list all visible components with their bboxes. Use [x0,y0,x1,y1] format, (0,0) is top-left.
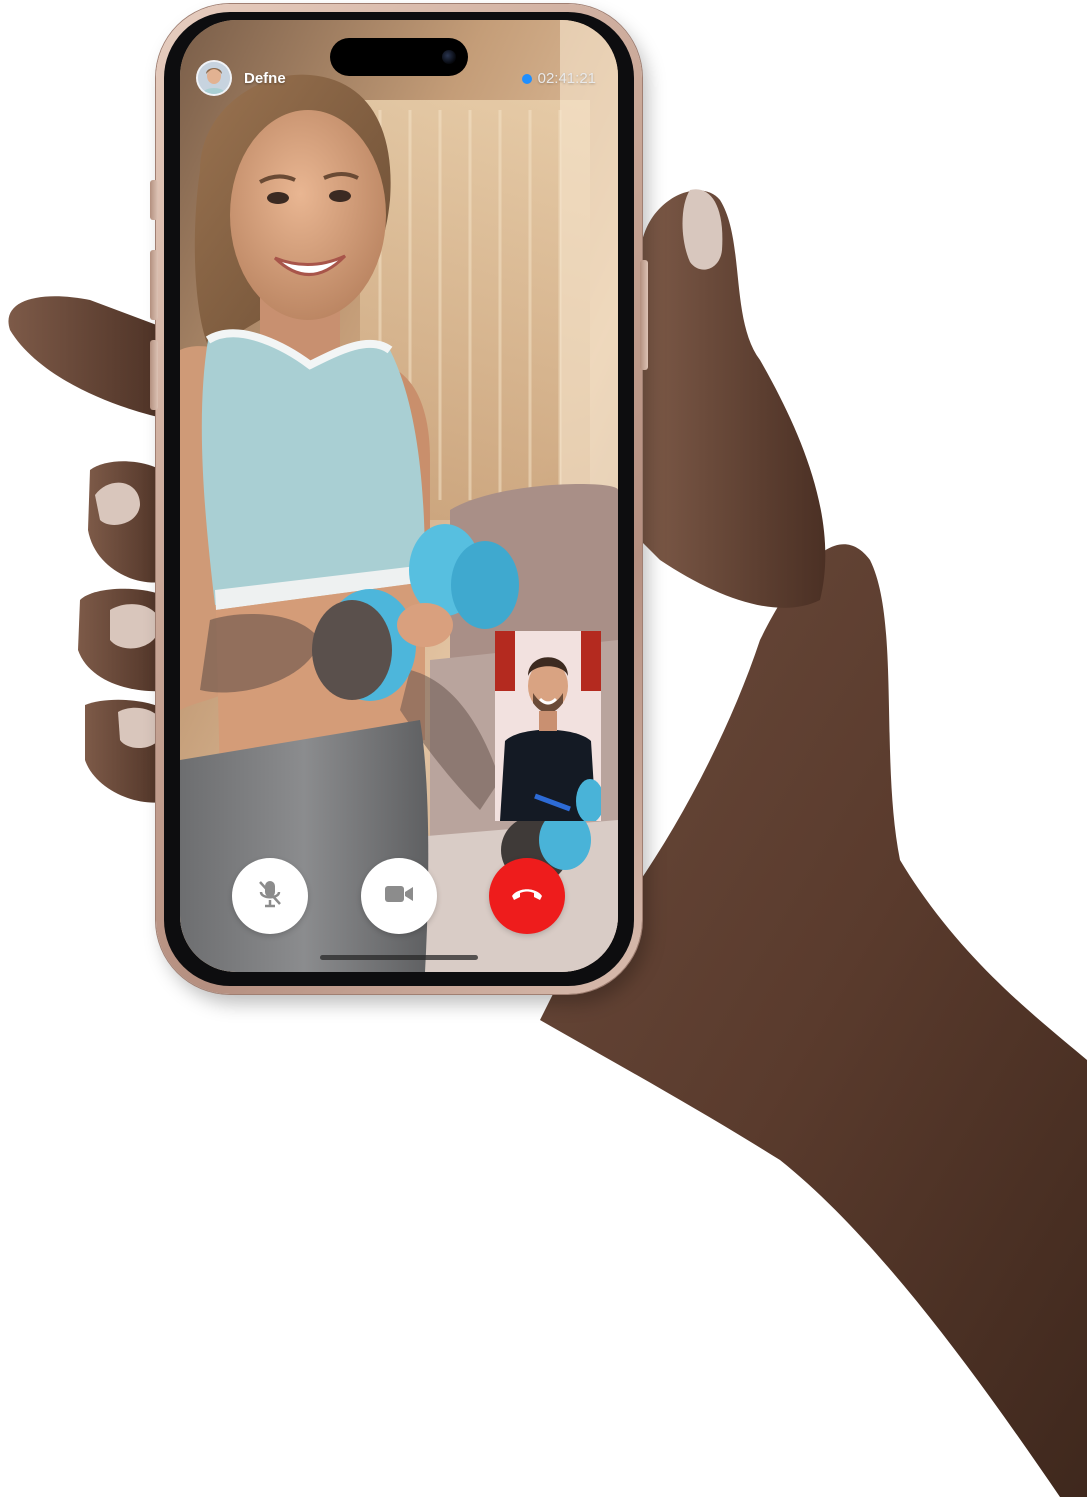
self-view-video[interactable] [495,631,601,821]
phone-hangup-icon [510,886,544,907]
volume-down-button [150,340,158,410]
caller-avatar[interactable] [196,60,232,96]
live-indicator-icon [521,73,532,84]
front-camera [442,50,456,64]
action-button [150,180,158,220]
call-timer: 02:41:21 [521,70,596,87]
stage: Defne 02:41:21 [0,0,1087,1497]
remote-video [180,20,618,972]
home-indicator[interactable] [320,955,478,960]
caller-name: Defne [244,70,286,87]
mute-button[interactable] [232,858,308,934]
power-button [640,260,648,370]
video-call-screen: Defne 02:41:21 [180,20,618,972]
mic-off-icon [257,879,283,914]
end-call-button[interactable] [489,858,565,934]
dynamic-island [330,38,468,76]
call-duration: 02:41:21 [537,70,596,87]
volume-up-button [150,250,158,320]
video-camera-icon [384,884,414,909]
video-toggle-button[interactable] [361,858,437,934]
